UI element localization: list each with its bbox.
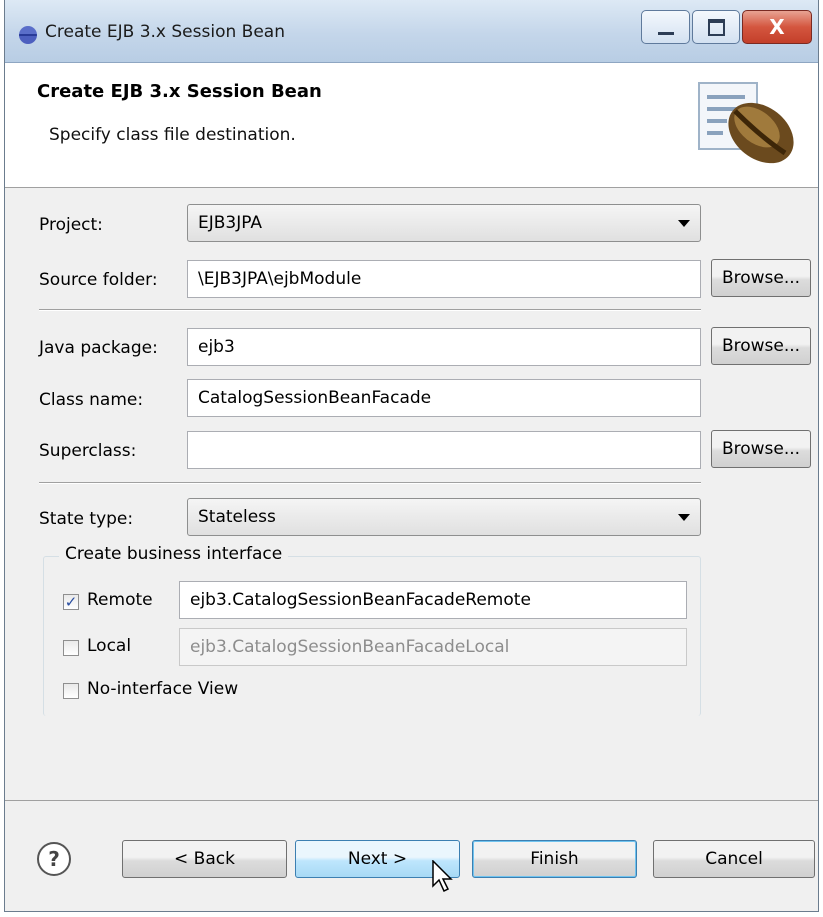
no-interface-view-checkbox[interactable] [63, 683, 79, 699]
java-package-label: Java package: [39, 338, 158, 358]
footer-separator [5, 800, 818, 801]
remote-label[interactable]: Remote [87, 590, 153, 610]
project-combo[interactable]: EJB3JPA [187, 204, 701, 242]
source-folder-label: Source folder: [39, 270, 158, 290]
cancel-button[interactable]: Cancel [653, 840, 815, 878]
local-interface-input: ejb3.CatalogSessionBeanFacadeLocal [179, 628, 687, 666]
help-icon[interactable]: ? [37, 842, 71, 876]
source-folder-browse-button[interactable]: Browse... [711, 259, 811, 297]
no-interface-view-label[interactable]: No-interface View [87, 679, 238, 699]
dropdown-arrow-icon [678, 514, 690, 521]
project-value: EJB3JPA [198, 213, 263, 233]
maximize-icon [707, 18, 725, 36]
remote-interface-input[interactable]: ejb3.CatalogSessionBeanFacadeRemote [179, 581, 687, 619]
superclass-browse-button[interactable]: Browse... [711, 430, 811, 468]
superclass-input[interactable] [187, 431, 701, 469]
minimize-button[interactable] [641, 10, 690, 44]
close-button[interactable]: X [742, 10, 812, 44]
superclass-label: Superclass: [39, 441, 137, 461]
eclipse-icon [19, 26, 37, 44]
minimize-icon [657, 31, 674, 35]
business-interface-group-label: Create business interface [59, 544, 289, 564]
mouse-cursor-icon [432, 860, 453, 893]
wizard-banner: Create EJB 3.x Session Bean Specify clas… [5, 63, 818, 188]
finish-button[interactable]: Finish [472, 840, 637, 878]
separator [39, 309, 701, 311]
local-checkbox[interactable] [63, 640, 79, 656]
java-package-input[interactable]: ejb3 [187, 328, 701, 366]
class-name-label: Class name: [39, 390, 144, 410]
state-type-label: State type: [39, 509, 134, 529]
dropdown-arrow-icon [678, 220, 690, 227]
window-title: Create EJB 3.x Session Bean [45, 22, 285, 42]
remote-checkbox[interactable]: ✓ [63, 594, 79, 610]
source-folder-input[interactable]: \EJB3JPA\ejbModule [187, 260, 701, 298]
state-type-value: Stateless [198, 507, 276, 527]
class-name-input[interactable]: CatalogSessionBeanFacade [187, 379, 701, 417]
title-bar[interactable]: Create EJB 3.x Session Bean X [5, 0, 818, 63]
state-type-combo[interactable]: Stateless [187, 498, 701, 536]
back-button[interactable]: < Back [122, 840, 287, 878]
project-label: Project: [39, 215, 103, 235]
checkmark-icon: ✓ [64, 593, 78, 611]
close-icon: X [769, 15, 785, 39]
maximize-button[interactable] [692, 10, 740, 44]
dialog-window: Create EJB 3.x Session Bean X Create EJB… [4, 0, 819, 912]
java-package-browse-button[interactable]: Browse... [711, 327, 811, 365]
coffee-bean-icon [698, 82, 794, 164]
separator [39, 482, 701, 484]
local-label[interactable]: Local [87, 636, 131, 656]
banner-description: Specify class file destination. [49, 125, 296, 145]
banner-title: Create EJB 3.x Session Bean [37, 81, 322, 102]
